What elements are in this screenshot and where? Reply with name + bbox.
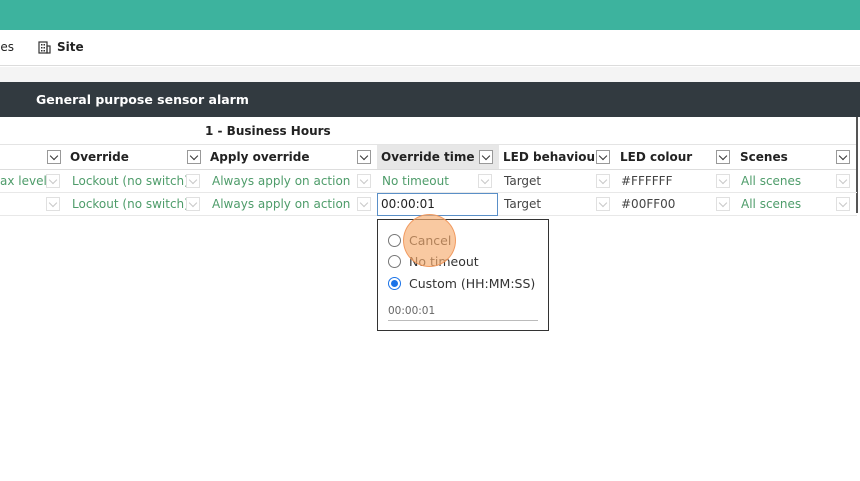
column-header-label: LED behaviour: [503, 150, 601, 164]
toolbar-files-label: les: [0, 40, 14, 54]
column-header-led-behaviour[interactable]: LED behaviour: [499, 145, 616, 170]
custom-time-field[interactable]: 00:00:01: [388, 303, 538, 321]
chevron-down-icon[interactable]: [716, 174, 730, 188]
option-custom[interactable]: Custom (HH:MM:SS): [388, 276, 535, 291]
cell-apply-override[interactable]: Always apply on action: [212, 174, 350, 188]
column-header-apply-override[interactable]: Apply override: [206, 145, 377, 170]
toolbar: les Site: [0, 30, 860, 66]
chevron-down-icon[interactable]: [47, 150, 61, 164]
cell-apply-override[interactable]: Always apply on action: [212, 197, 350, 211]
app-topbar: [0, 0, 860, 30]
cell-override-time[interactable]: No timeout: [382, 174, 449, 188]
option-label: Custom (HH:MM:SS): [409, 276, 536, 291]
column-header-label: LED colour: [620, 150, 693, 164]
cell-led-colour[interactable]: #00FF00: [621, 197, 675, 211]
radio-custom[interactable]: [388, 277, 401, 290]
chevron-down-icon[interactable]: [186, 174, 200, 188]
chevron-down-icon[interactable]: [187, 150, 201, 164]
chevron-down-icon[interactable]: [716, 150, 730, 164]
content-spacer: [0, 67, 860, 82]
chevron-down-icon[interactable]: [596, 197, 610, 211]
cell-scenes[interactable]: All scenes: [741, 174, 801, 188]
radio-cancel[interactable]: [388, 234, 401, 247]
column-header-led-colour[interactable]: LED colour: [616, 145, 736, 170]
site-building-icon: [38, 40, 51, 54]
cell-override[interactable]: Lockout (no switch): [72, 197, 189, 211]
chevron-down-icon[interactable]: [596, 174, 610, 188]
column-header-label: Scenes: [740, 150, 788, 164]
panel-title: General purpose sensor alarm: [0, 82, 860, 117]
override-time-input[interactable]: 00:00:01: [377, 193, 498, 216]
column-header-prev[interactable]: [0, 145, 66, 170]
group-header: 1 - Business Hours: [0, 117, 857, 145]
toolbar-site-label: Site: [57, 40, 84, 54]
radio-no-timeout[interactable]: [388, 255, 401, 268]
chevron-down-icon[interactable]: [836, 197, 850, 211]
chevron-down-icon[interactable]: [478, 174, 492, 188]
option-label: No timeout: [409, 254, 479, 269]
cell-led-behaviour[interactable]: Target: [504, 174, 541, 188]
cell-led-colour[interactable]: #FFFFFF: [621, 174, 672, 188]
option-cancel[interactable]: Cancel: [388, 233, 451, 248]
chevron-down-icon[interactable]: [46, 197, 60, 211]
cell-led-behaviour[interactable]: Target: [504, 197, 541, 211]
chevron-down-icon[interactable]: [836, 150, 850, 164]
chevron-down-icon[interactable]: [357, 197, 371, 211]
chevron-down-icon[interactable]: [836, 174, 850, 188]
column-header-override-time[interactable]: Override time: [377, 145, 499, 170]
cell-scenes[interactable]: All scenes: [741, 197, 801, 211]
table-row: ax level Lockout (no switch) Always appl…: [0, 170, 857, 193]
column-header-scenes[interactable]: Scenes: [736, 145, 856, 170]
option-label: Cancel: [409, 233, 452, 248]
column-header-label: Apply override: [210, 150, 310, 164]
cell-override[interactable]: Lockout (no switch): [72, 174, 189, 188]
override-time-popup: Cancel No timeout Custom (HH:MM:SS) 00:0…: [377, 219, 549, 331]
option-no-timeout[interactable]: No timeout: [388, 254, 479, 269]
chevron-down-icon[interactable]: [357, 150, 371, 164]
chevron-down-icon[interactable]: [186, 197, 200, 211]
group-label: 1 - Business Hours: [205, 124, 331, 138]
column-header-label: Override time: [381, 150, 475, 164]
toolbar-site-tab[interactable]: Site: [38, 40, 84, 54]
toolbar-files-tab[interactable]: les: [0, 40, 14, 54]
chevron-down-icon[interactable]: [46, 174, 60, 188]
column-header-label: Override: [70, 150, 129, 164]
chevron-down-icon[interactable]: [357, 174, 371, 188]
chevron-down-icon[interactable]: [479, 150, 493, 164]
chevron-down-icon[interactable]: [596, 150, 610, 164]
chevron-down-icon[interactable]: [716, 197, 730, 211]
cell-prev[interactable]: ax level: [0, 174, 47, 188]
column-header-override[interactable]: Override: [66, 145, 206, 170]
